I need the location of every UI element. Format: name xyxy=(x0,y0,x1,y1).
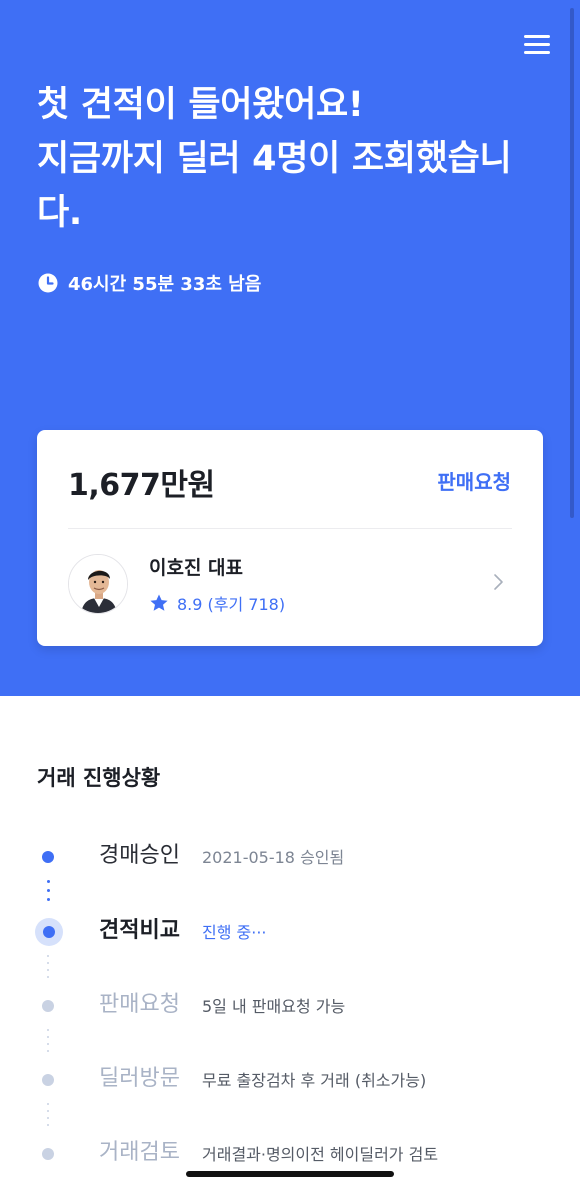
hamburger-menu-icon[interactable] xyxy=(522,32,552,56)
step-desc: 5일 내 판매요청 가능 xyxy=(202,997,346,1016)
scrollbar[interactable] xyxy=(570,8,574,518)
dealer-avatar-illustration xyxy=(69,555,127,613)
step-desc: 2021-05-18 승인됨 xyxy=(202,848,345,867)
step-dot-pending xyxy=(42,1074,54,1086)
step-dot-done xyxy=(42,851,54,863)
clock-icon xyxy=(38,273,58,293)
quote-price: 1,677만원 xyxy=(68,468,215,503)
timer-text: 46시간 55분 33초 남음 xyxy=(68,274,262,295)
step-desc: 무료 출장검차 후 거래 (취소가능) xyxy=(202,1071,427,1090)
sell-request-button[interactable]: 판매요청 xyxy=(437,466,511,495)
dealer-rating: 8.9 (후기 718) xyxy=(149,591,285,615)
step-name: 견적비교 xyxy=(99,918,180,943)
step-dot-pending xyxy=(42,1148,54,1160)
quote-card: 1,677만원 판매요청 이호진 대표 8.9 (후기 718) xyxy=(37,430,543,646)
headline-line-2: 지금까지 딜러 4명이 조회했습니 xyxy=(37,139,512,179)
countdown-timer: 46시간 55분 33초 남음 xyxy=(38,270,261,296)
menu-bar-middle xyxy=(524,43,550,46)
home-indicator[interactable] xyxy=(186,1171,394,1177)
rating-text: 8.9 (후기 718) xyxy=(177,595,286,614)
step-desc: 거래결과·명의이전 헤이딜러가 검토 xyxy=(202,1145,439,1164)
step-name: 딜러방문 xyxy=(99,1066,180,1091)
step-dot-current xyxy=(35,918,63,946)
dealer-name: 이호진 대표 xyxy=(149,557,244,579)
headline-line-3: 다. xyxy=(37,193,82,233)
menu-bar-bottom xyxy=(524,51,550,54)
step-connector xyxy=(47,880,50,907)
dealer-row[interactable]: 이호진 대표 8.9 (후기 718) xyxy=(37,529,543,646)
star-icon xyxy=(150,594,168,611)
step-desc: 진행 중··· xyxy=(202,923,267,942)
step-sell-request: 판매요청 5일 내 판매요청 가능 xyxy=(0,979,580,1031)
hero-banner: 첫 견적이 들어왔어요! 지금까지 딜러 4명이 조회했습니 다. 46시간 5… xyxy=(0,0,580,696)
step-name: 경매승인 xyxy=(99,843,180,868)
menu-bar-top xyxy=(524,35,550,38)
chevron-right-icon xyxy=(494,574,503,590)
headline: 첫 견적이 들어왔어요! 지금까지 딜러 4명이 조회했습니 다. xyxy=(37,78,537,240)
step-name: 판매요청 xyxy=(99,992,180,1017)
step-name: 거래검토 xyxy=(99,1140,180,1165)
step-dealer-visit: 딜러방문 무료 출장검차 후 거래 (취소가능) xyxy=(0,1053,580,1105)
step-quote-compare: 견적비교 진행 중··· xyxy=(0,905,580,957)
dealer-avatar xyxy=(68,554,128,614)
step-auction-approval: 경매승인 2021-05-18 승인됨 xyxy=(0,830,580,882)
headline-line-1: 첫 견적이 들어왔어요! xyxy=(37,85,364,125)
progress-section-title: 거래 진행상황 xyxy=(37,766,161,790)
step-dot-pending xyxy=(42,1000,54,1012)
